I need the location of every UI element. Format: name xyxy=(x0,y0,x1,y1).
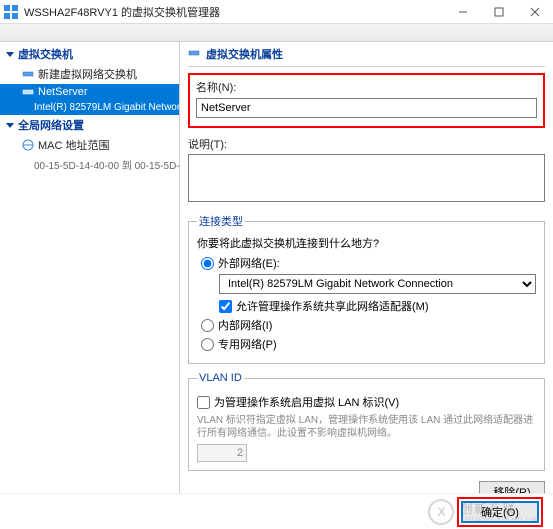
tree-item-label: MAC 地址范围 xyxy=(38,137,110,153)
tree-item-mac-detail[interactable]: 00-15-5D-14-40-00 到 00-15-5D-1... xyxy=(0,155,179,174)
divider xyxy=(188,66,545,67)
tree-item-sublabel: 00-15-5D-14-40-00 到 00-15-5D-1... xyxy=(34,157,179,172)
caret-icon xyxy=(6,123,14,128)
ok-button[interactable]: 确定(O) xyxy=(461,501,539,523)
radio-private[interactable]: 专用网络(P) xyxy=(201,336,536,352)
main-area: 虚拟交换机 新建虚拟网络交换机 NetServer Intel(R) 82579… xyxy=(0,42,553,493)
name-highlight-box: 名称(N): xyxy=(188,73,545,128)
name-label: 名称(N): xyxy=(196,79,537,95)
titlebar: WSSHA2F48RVY1 的虚拟交换机管理器 xyxy=(0,0,553,24)
radio-private-label: 专用网络(P) xyxy=(218,336,277,352)
external-nic-select[interactable]: Intel(R) 82579LM Gigabit Network Connect… xyxy=(219,274,536,294)
maximize-button[interactable] xyxy=(481,0,517,24)
connection-question: 你要将此虚拟交换机连接到什么地方? xyxy=(197,235,536,251)
connection-type-legend: 连接类型 xyxy=(197,213,245,229)
network-icon xyxy=(22,139,34,151)
radio-internal-input[interactable] xyxy=(201,319,214,332)
vlan-legend: VLAN ID xyxy=(197,372,244,384)
tree-item-netserver-detail[interactable]: Intel(R) 82579LM Gigabit Network ... xyxy=(0,100,179,115)
toolbar-strip xyxy=(0,24,553,42)
allow-management-checkbox[interactable] xyxy=(219,300,232,313)
tree-item-label: 新建虚拟网络交换机 xyxy=(38,66,137,82)
vlan-enable-row[interactable]: 为管理操作系统启用虚拟 LAN 标识(V) xyxy=(197,394,536,410)
tree-item-new-switch[interactable]: 新建虚拟网络交换机 xyxy=(0,64,179,84)
description-group: 说明(T): xyxy=(188,136,545,205)
section-label: 虚拟交换机 xyxy=(18,46,73,62)
allow-management-row[interactable]: 允许管理操作系统共享此网络适配器(M) xyxy=(219,298,536,314)
vlan-id-input xyxy=(197,444,247,462)
vlan-group: VLAN ID 为管理操作系统启用虚拟 LAN 标识(V) VLAN 标识符指定… xyxy=(188,372,545,471)
properties-header: 虚拟交换机属性 xyxy=(188,46,545,66)
vlan-enable-checkbox[interactable] xyxy=(197,396,210,409)
caret-icon xyxy=(6,52,14,57)
section-global-settings[interactable]: 全局网络设置 xyxy=(0,115,179,135)
remove-row: 移除(R) xyxy=(188,481,545,493)
description-input[interactable] xyxy=(188,154,545,202)
vlan-enable-label: 为管理操作系统启用虚拟 LAN 标识(V) xyxy=(214,394,399,410)
minimize-button[interactable] xyxy=(445,0,481,24)
connection-type-group: 连接类型 你要将此虚拟交换机连接到什么地方? 外部网络(E): Intel(R)… xyxy=(188,213,545,364)
switch-icon xyxy=(22,68,34,80)
tree-item-sublabel: Intel(R) 82579LM Gigabit Network ... xyxy=(34,102,179,113)
section-label: 全局网络设置 xyxy=(18,117,84,133)
properties-pane: 虚拟交换机属性 名称(N): 说明(T): 连接类型 你要将此虚拟交换机连接到什… xyxy=(180,42,553,493)
external-settings: Intel(R) 82579LM Gigabit Network Connect… xyxy=(219,274,536,314)
radio-external[interactable]: 外部网络(E): xyxy=(201,255,536,271)
tree-item-label: NetServer xyxy=(38,86,88,98)
close-button[interactable] xyxy=(517,0,553,24)
radio-internal[interactable]: 内部网络(I) xyxy=(201,317,536,333)
ok-highlight-box: 确定(O) xyxy=(457,497,543,527)
left-tree: 虚拟交换机 新建虚拟网络交换机 NetServer Intel(R) 82579… xyxy=(0,42,180,493)
app-icon xyxy=(4,5,18,19)
switch-icon xyxy=(22,86,34,98)
remove-button[interactable]: 移除(R) xyxy=(479,481,545,493)
description-label: 说明(T): xyxy=(188,136,227,152)
vlan-hint: VLAN 标识符指定虚拟 LAN，管理操作系统使用该 LAN 通过此网络适配器进… xyxy=(197,414,536,440)
tree-item-netserver[interactable]: NetServer xyxy=(0,84,179,100)
section-virtual-switches[interactable]: 虚拟交换机 xyxy=(0,44,179,64)
allow-management-label: 允许管理操作系统共享此网络适配器(M) xyxy=(236,298,429,314)
tree-item-mac-range[interactable]: MAC 地址范围 xyxy=(0,135,179,155)
radio-private-input[interactable] xyxy=(201,338,214,351)
properties-title: 虚拟交换机属性 xyxy=(206,46,283,62)
radio-external-label: 外部网络(E): xyxy=(218,255,280,271)
switch-icon xyxy=(188,47,200,62)
radio-external-input[interactable] xyxy=(201,257,214,270)
dialog-footer: 确定(O) xyxy=(0,493,553,529)
window-title: WSSHA2F48RVY1 的虚拟交换机管理器 xyxy=(24,4,445,20)
radio-internal-label: 内部网络(I) xyxy=(218,317,272,333)
name-input[interactable] xyxy=(196,98,537,118)
